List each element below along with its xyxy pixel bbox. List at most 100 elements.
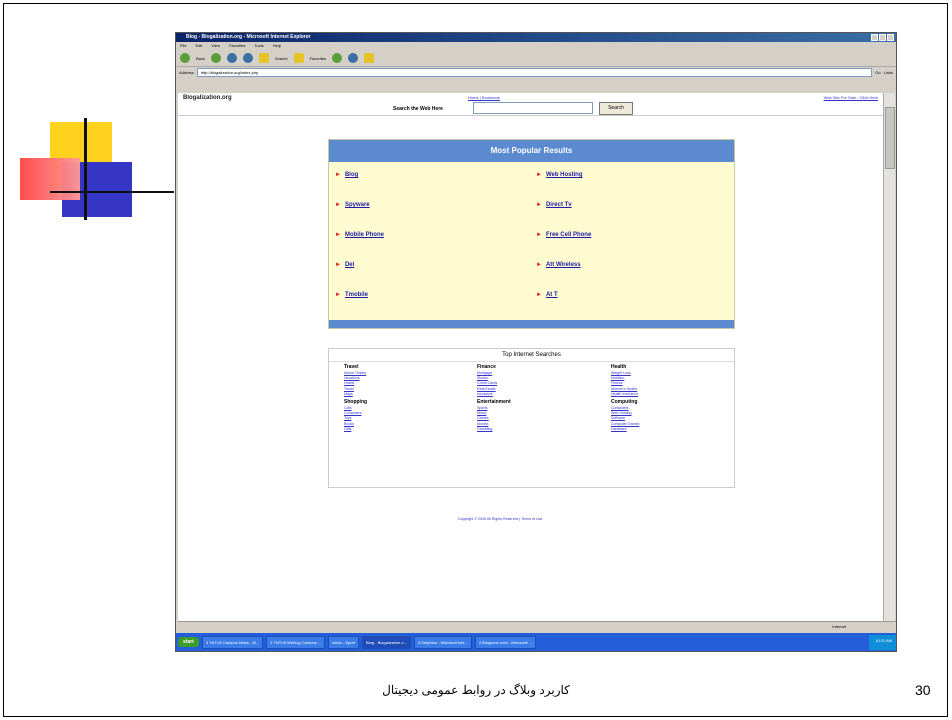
back-icon[interactable] xyxy=(180,53,190,63)
mail-icon[interactable] xyxy=(348,53,359,63)
close-button[interactable] xyxy=(887,34,894,41)
menu-tools[interactable]: Tools xyxy=(254,42,263,50)
history-icon[interactable] xyxy=(332,53,343,63)
slide-caption: کاربرد وبلاگ در روابط عمومی دیجیتال xyxy=(382,683,570,697)
top-searches-column: Travel Airline Tickets Vacations Hotels … xyxy=(344,362,464,432)
taskbar-item[interactable]: 2 Blogsurm.com - Microsoft ... xyxy=(474,635,537,649)
popular-link-label[interactable]: Direct Tv xyxy=(546,202,572,208)
arrow-right-icon: ► xyxy=(335,202,341,208)
category-heading: Finance xyxy=(477,364,496,370)
popular-results-heading: Most Popular Results xyxy=(329,140,734,162)
popular-link[interactable]: ► At T xyxy=(536,292,558,298)
browser-toolbar: Back Search Favorites xyxy=(176,50,896,67)
popular-link-label[interactable]: At T xyxy=(546,292,558,298)
links-button[interactable]: Links xyxy=(884,70,893,75)
page-number: 30 xyxy=(915,682,931,698)
system-clock[interactable]: 10:21 AM xyxy=(869,634,896,650)
taskbar-item[interactable]: 3 TNTLB Campus News - M... xyxy=(201,635,264,649)
copyright-text[interactable]: Copyright © 2005 All Rights Reserved | T… xyxy=(458,517,542,521)
taskbar-item-active[interactable]: Blog - Blogalization.o... xyxy=(362,635,411,649)
search-link[interactable]: Health Insurance xyxy=(611,392,731,397)
popular-link[interactable]: ► Blog xyxy=(335,172,358,178)
logo-red-square xyxy=(20,158,80,200)
taskbar-item[interactable]: 2 TNTLB Weblog Campus ... xyxy=(266,635,326,649)
popular-link[interactable]: ► Del xyxy=(335,262,354,268)
popular-link[interactable]: ► Free Cell Phone xyxy=(536,232,591,238)
category-heading: Travel xyxy=(344,364,359,370)
menu-view[interactable]: View xyxy=(211,42,220,50)
address-label: Address xyxy=(179,69,194,75)
category-heading: Shopping xyxy=(344,399,368,406)
search-button[interactable]: Search xyxy=(599,102,633,115)
popular-link[interactable]: ► Direct Tv xyxy=(536,202,572,208)
address-input[interactable]: http://blogalization.org/index.php xyxy=(196,67,873,77)
logo-vertical-line xyxy=(84,118,87,220)
window-titlebar: Blog - Blogalization.org - Microsoft Int… xyxy=(176,33,896,42)
arrow-right-icon: ► xyxy=(335,262,341,268)
print-icon[interactable] xyxy=(364,53,375,63)
search-link[interactable]: Hardware xyxy=(611,427,731,432)
status-bar: Internet xyxy=(178,621,896,632)
home-icon[interactable] xyxy=(258,53,269,63)
popular-link-label[interactable]: Att Wireless xyxy=(546,262,581,268)
popular-link-label[interactable]: Spyware xyxy=(345,202,370,208)
search-label: Search the Web Here xyxy=(393,106,443,112)
for-sale-link[interactable]: Web Site For Sale - Click Here xyxy=(824,95,878,100)
popular-link-label[interactable]: Free Cell Phone xyxy=(546,232,591,238)
popular-link-label[interactable]: Web Hosting xyxy=(546,172,583,178)
popular-link-label[interactable]: Del xyxy=(345,262,354,268)
site-name[interactable]: Blogalization.org xyxy=(183,95,232,101)
arrow-right-icon: ► xyxy=(536,292,542,298)
forward-icon[interactable] xyxy=(210,53,221,63)
browser-window: Blog - Blogalization.org - Microsoft Int… xyxy=(175,32,897,652)
window-controls xyxy=(871,34,894,41)
popular-link-label[interactable]: Mobile Phone xyxy=(345,232,384,238)
popular-link[interactable]: ► Web Hosting xyxy=(536,172,583,178)
scrollbar-thumb[interactable] xyxy=(885,107,895,169)
search-toolbar-label[interactable]: Search xyxy=(275,56,288,61)
search-link[interactable]: Gifts xyxy=(344,427,464,432)
arrow-right-icon: ► xyxy=(536,172,542,178)
top-searches-panel: Top Internet Searches Travel Airline Tic… xyxy=(328,348,735,488)
popular-results-panel: Most Popular Results ► Blog ► Spyware ► Mob… xyxy=(328,139,735,329)
menu-file[interactable]: File xyxy=(180,42,186,50)
arrow-right-icon: ► xyxy=(536,232,542,238)
popular-link-label[interactable]: Blog xyxy=(345,172,358,178)
minimize-button[interactable] xyxy=(871,34,878,41)
menu-favorites[interactable]: Favorites xyxy=(229,42,245,50)
window-title: Blog - Blogalization.org - Microsoft Int… xyxy=(186,34,311,40)
taskbar-item[interactable]: 3 Delphine - Microsoft Inte... xyxy=(413,635,472,649)
search-input[interactable] xyxy=(473,102,593,114)
search-link[interactable]: Insurance xyxy=(477,392,597,397)
popular-link[interactable]: ► Att Wireless xyxy=(536,262,581,268)
refresh-icon[interactable] xyxy=(242,53,253,63)
arrow-right-icon: ► xyxy=(536,262,542,268)
popular-link[interactable]: ► Mobile Phone xyxy=(335,232,384,238)
menu-help[interactable]: Help xyxy=(273,42,281,50)
favorites-toolbar-label[interactable]: Favorites xyxy=(310,56,326,61)
search-link[interactable]: Maps xyxy=(344,392,464,397)
popular-link[interactable]: ► Spyware xyxy=(335,202,370,208)
vertical-scrollbar[interactable] xyxy=(883,93,895,621)
taskbar-item[interactable]: Inbox - Eport xyxy=(328,635,360,649)
top-searches-column: Health Weight Loss Nutrition Fitness Wom… xyxy=(611,362,731,432)
top-searches-title: Top Internet Searches xyxy=(329,349,734,362)
menu-bar: File Edit View Favorites Tools Help xyxy=(176,42,896,50)
popular-link-label[interactable]: Tmobile xyxy=(345,292,368,298)
go-button[interactable]: Go xyxy=(875,70,880,75)
maximize-button[interactable] xyxy=(879,34,886,41)
menu-edit[interactable]: Edit xyxy=(195,42,202,50)
header-links[interactable]: Home | Bookmark xyxy=(468,95,500,100)
stop-icon[interactable] xyxy=(226,53,237,63)
popular-link[interactable]: ► Tmobile xyxy=(335,292,368,298)
search-link[interactable]: Gambling xyxy=(477,427,597,432)
page-viewport: Blogalization.org Home | Bookmark Web Si… xyxy=(178,93,884,621)
top-searches-column: Finance Mortgage Stocks Credit Cards Rea… xyxy=(477,362,597,432)
back-label[interactable]: Back xyxy=(196,56,205,61)
start-button[interactable]: start xyxy=(178,637,199,647)
arrow-right-icon: ► xyxy=(335,292,341,298)
arrow-right-icon: ► xyxy=(335,232,341,238)
arrow-right-icon: ► xyxy=(536,202,542,208)
favorites-icon[interactable] xyxy=(293,53,304,63)
logo-horizontal-line xyxy=(50,191,174,193)
